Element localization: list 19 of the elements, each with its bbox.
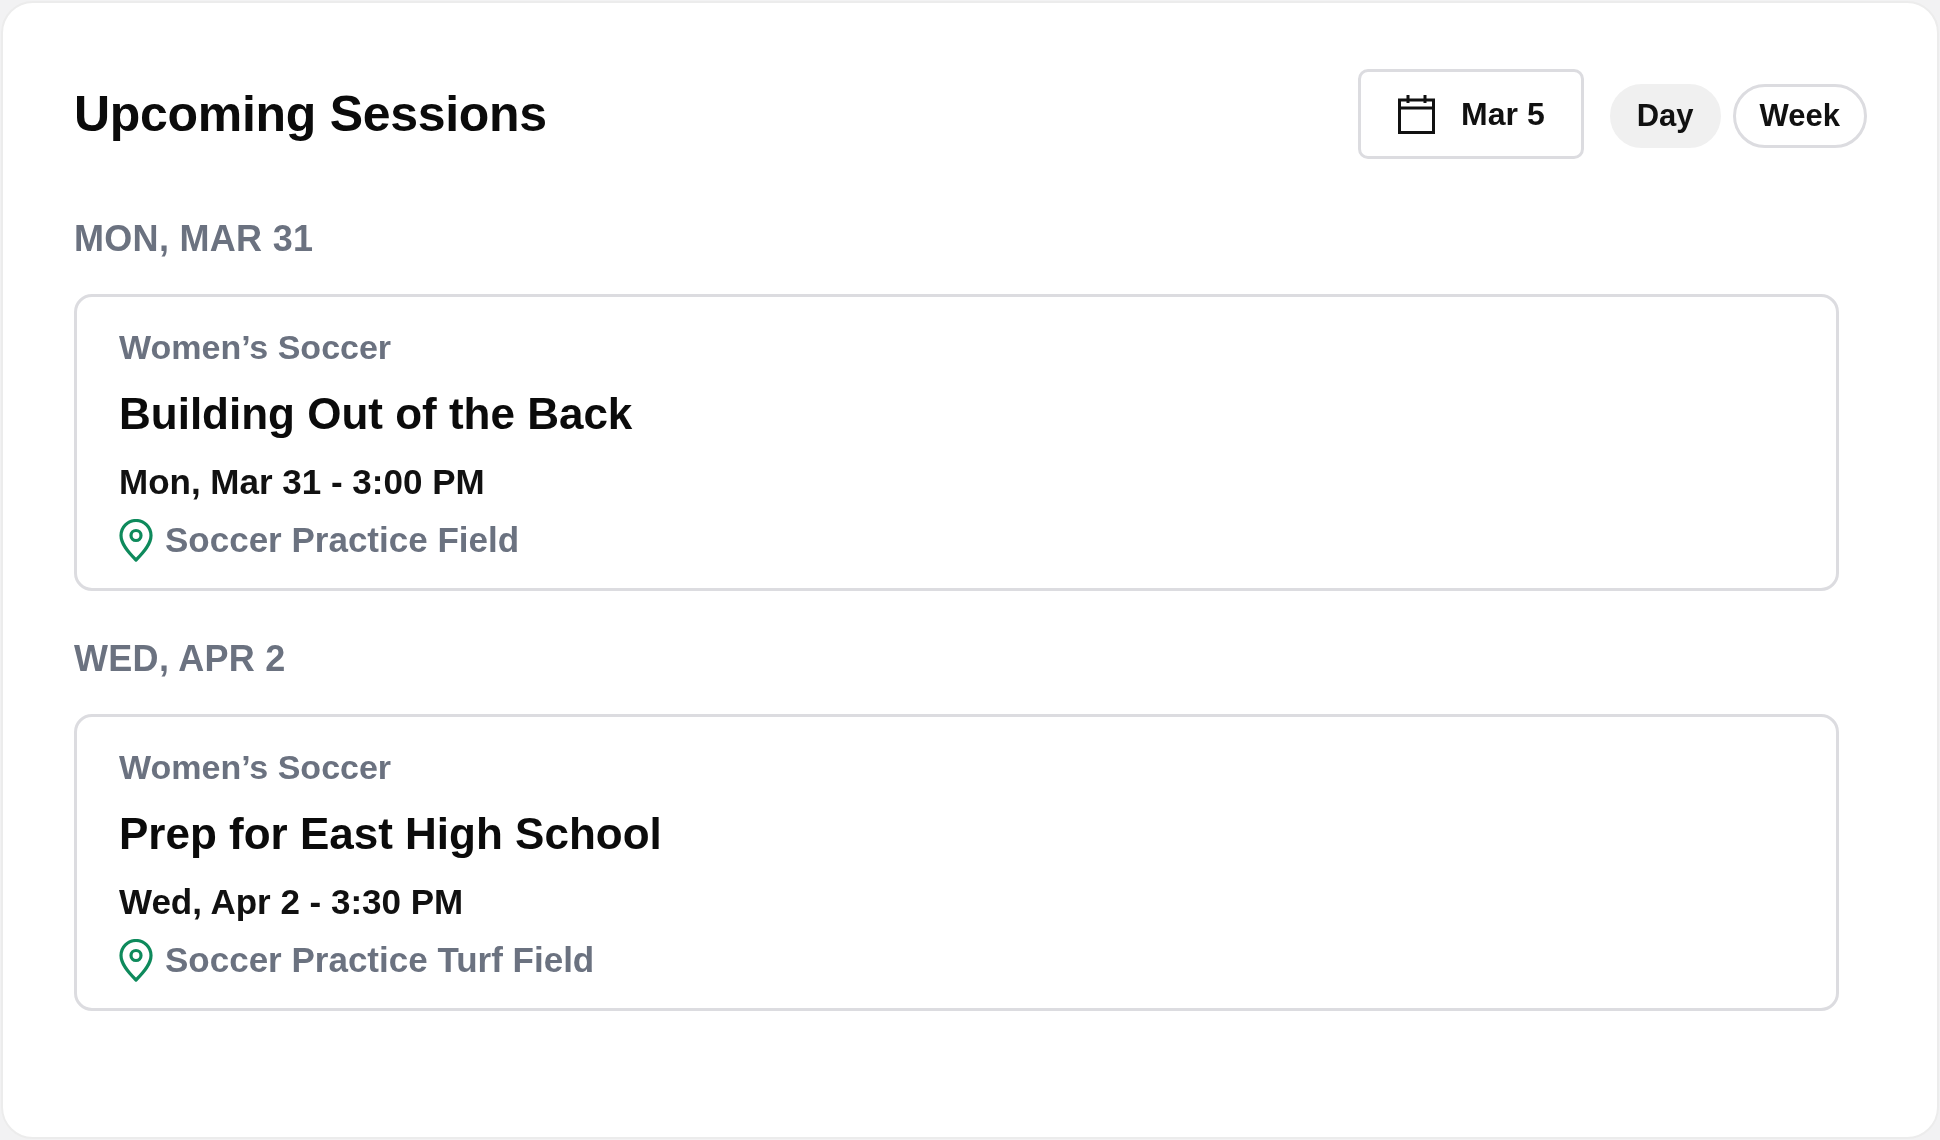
day-heading: MON, MAR 31 [74,217,315,261]
location-pin-icon [119,518,153,562]
location-text: Soccer Practice Field [165,519,520,562]
location-text: Soccer Practice Turf Field [165,939,595,982]
view-toggle-tab[interactable]: Day [1609,84,1721,148]
date-picker-button[interactable]: Mar 5 [1358,69,1584,159]
calendar-icon [1398,94,1436,134]
session-card[interactable]: Women’s Soccer Building Out of the Back Mon, Mar 31 - 3:00 PM Soccer Practice Field [74,294,1839,591]
session-time: Wed, Apr 2 - 3:30 PM [119,880,464,923]
team-name: Women’s Soccer [119,746,392,788]
panel-title: Upcoming Sessions [74,85,547,144]
day-heading: WED, APR 2 [74,636,287,680]
session-time: Mon, Mar 31 - 3:00 PM [119,460,485,503]
view-toggle-tab[interactable]: Week [1732,84,1867,148]
session-title: Prep for East High School [119,807,662,860]
team-name: Women’s Soccer [119,327,392,368]
session-card[interactable]: Women’s Soccer Prep for East High School Wed, Apr 2 - 3:30 PM Soccer Practice Turf Field [74,713,1839,1011]
session-title: Building Out of the Back [119,388,633,440]
location-pin-icon [119,938,153,982]
